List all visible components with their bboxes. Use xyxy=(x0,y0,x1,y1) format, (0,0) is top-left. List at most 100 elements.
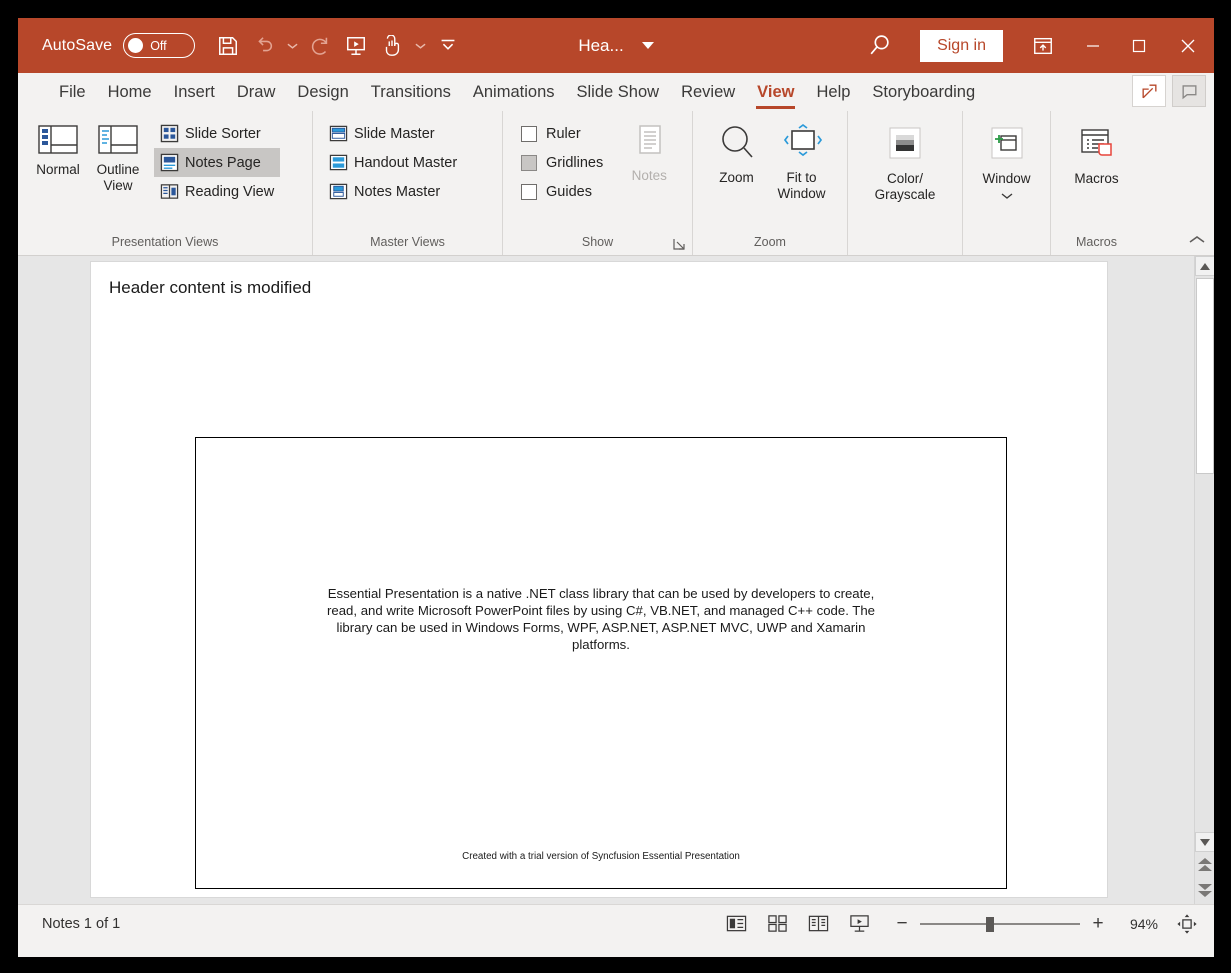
show-dialog-launcher-icon[interactable] xyxy=(672,237,686,251)
slide-sorter-label: Slide Sorter xyxy=(185,125,261,142)
macros-button[interactable]: Macros xyxy=(1061,117,1132,187)
notes-master-button[interactable]: Notes Master xyxy=(323,177,463,206)
minimize-button[interactable] xyxy=(1070,18,1116,73)
tab-slide-show[interactable]: Slide Show xyxy=(566,83,671,111)
reading-view-button[interactable]: Reading View xyxy=(154,177,280,206)
color-grayscale-label: Color/ Grayscale xyxy=(874,171,936,202)
status-bar-right: − + 94% xyxy=(716,909,1206,939)
window-button-label: Window xyxy=(982,171,1031,186)
start-from-beginning-icon[interactable] xyxy=(339,29,373,63)
guides-checkbox[interactable]: Guides xyxy=(517,177,607,206)
outline-view-button[interactable]: Outline View xyxy=(88,117,148,194)
workspace: Header content is modified Essential Pre… xyxy=(18,256,1214,904)
normal-view-button[interactable] xyxy=(716,909,757,939)
previous-slide-button[interactable] xyxy=(1195,852,1214,878)
close-button[interactable] xyxy=(1162,18,1214,73)
notes-page-button[interactable]: Notes Page xyxy=(154,148,281,177)
group-label-window xyxy=(963,249,1050,255)
normal-view-button[interactable]: Normal xyxy=(28,117,88,178)
zoom-slider[interactable] xyxy=(920,916,1080,932)
tab-draw[interactable]: Draw xyxy=(226,83,287,111)
group-label-color-grayscale xyxy=(848,249,962,255)
collapse-ribbon-chevron-up-icon[interactable] xyxy=(1188,233,1206,251)
handout-master-button[interactable]: Handout Master xyxy=(323,148,463,177)
zoom-button[interactable]: Zoom xyxy=(707,117,766,186)
tab-design[interactable]: Design xyxy=(286,83,359,111)
touch-mode-icon[interactable] xyxy=(375,29,409,63)
reading-view-button[interactable] xyxy=(798,909,839,939)
window-chevron-down-icon[interactable] xyxy=(1001,188,1013,203)
ribbon-group-show: Ruler Gridlines Guides Notes Show xyxy=(502,111,692,255)
fit-to-window-button[interactable]: Fit to Window xyxy=(766,117,837,202)
color-grayscale-button[interactable]: Color/ Grayscale xyxy=(858,117,952,203)
zoom-button-label: Zoom xyxy=(719,170,754,185)
customize-qat-icon[interactable] xyxy=(431,29,465,63)
undo-icon[interactable] xyxy=(247,29,281,63)
next-slide-button[interactable] xyxy=(1195,878,1214,904)
document-title: Hea... xyxy=(578,35,624,55)
autosave-state-label: Off xyxy=(150,38,167,53)
tab-help[interactable]: Help xyxy=(805,83,861,111)
vertical-scrollbar[interactable] xyxy=(1194,256,1214,904)
zoom-in-button[interactable]: + xyxy=(1090,913,1106,935)
tab-view[interactable]: View xyxy=(746,83,805,111)
comments-icon[interactable] xyxy=(1172,75,1206,107)
search-icon[interactable] xyxy=(851,18,907,73)
scroll-up-button[interactable] xyxy=(1195,256,1214,276)
scroll-down-button[interactable] xyxy=(1195,832,1214,852)
ribbon-group-zoom: Zoom Fit to Window Zoom xyxy=(692,111,847,255)
notes-page[interactable]: Header content is modified Essential Pre… xyxy=(90,261,1108,898)
maximize-button[interactable] xyxy=(1116,18,1162,73)
quick-access-toolbar xyxy=(211,29,465,63)
undo-dropdown-chevron-down-icon[interactable] xyxy=(283,29,301,63)
autosave-toggle-knob xyxy=(128,38,144,53)
color-grayscale-icon xyxy=(885,123,925,166)
window-button[interactable]: Window xyxy=(973,117,1040,203)
slide-master-button[interactable]: Slide Master xyxy=(323,119,463,148)
slide-body-text[interactable]: Essential Presentation is a native .NET … xyxy=(311,586,891,654)
group-label-master-views: Master Views xyxy=(370,235,445,249)
slide-sorter-button[interactable] xyxy=(757,909,798,939)
guides-checkbox-box xyxy=(521,183,537,200)
ruler-label: Ruler xyxy=(546,125,581,142)
ribbon-group-presentation-views: Normal Outline View Slide Sorter Notes P… xyxy=(18,111,312,255)
zoom-slider-thumb[interactable] xyxy=(986,916,994,932)
zoom-out-button[interactable]: − xyxy=(894,913,910,935)
gridlines-checkbox[interactable]: Gridlines xyxy=(517,148,607,177)
autosave-toggle[interactable]: Off xyxy=(123,33,196,58)
notes-page-label: Notes Page xyxy=(185,154,261,171)
group-label-show: Show xyxy=(581,235,614,249)
fit-slide-to-window-button[interactable] xyxy=(1168,913,1206,935)
tab-transitions[interactable]: Transitions xyxy=(360,83,462,111)
status-bar: Notes 1 of 1 − + 94% xyxy=(18,904,1214,942)
gridlines-label: Gridlines xyxy=(546,154,604,171)
notes-header-text[interactable]: Header content is modified xyxy=(109,278,311,298)
sign-in-button[interactable]: Sign in xyxy=(920,29,1003,62)
tab-storyboarding[interactable]: Storyboarding xyxy=(861,83,986,111)
title-chevron-down-icon[interactable] xyxy=(641,42,654,49)
ruler-checkbox[interactable]: Ruler xyxy=(517,119,607,148)
tab-home[interactable]: Home xyxy=(97,83,163,111)
scrollbar-thumb[interactable] xyxy=(1196,278,1214,474)
tab-file[interactable]: File xyxy=(48,83,97,111)
save-icon[interactable] xyxy=(211,29,245,63)
notes-button[interactable]: Notes xyxy=(619,117,679,184)
title-bar-right: Sign in xyxy=(851,18,1214,73)
tab-insert[interactable]: Insert xyxy=(163,83,226,111)
zoom-slider-track xyxy=(920,922,1080,925)
slide-sorter-button[interactable]: Slide Sorter xyxy=(154,119,280,148)
ribbon-group-master-views: Slide Master Handout Master Notes Master… xyxy=(312,111,502,255)
redo-icon[interactable] xyxy=(303,29,337,63)
slide-thumbnail[interactable]: Essential Presentation is a native .NET … xyxy=(195,437,1007,889)
tab-animations[interactable]: Animations xyxy=(462,83,566,111)
share-icon[interactable] xyxy=(1132,75,1166,107)
group-label-presentation-views: Presentation Views xyxy=(111,235,219,249)
fit-to-window-label: Fit to Window xyxy=(777,170,826,201)
reading-view-label: Reading View xyxy=(185,183,275,200)
title-bar: AutoSave Off Hea... Sign in xyxy=(18,18,1214,73)
ribbon-display-options-icon[interactable] xyxy=(1016,18,1070,73)
zoom-percentage[interactable]: 94% xyxy=(1116,916,1158,932)
slide-show-button[interactable] xyxy=(839,909,880,939)
tab-review[interactable]: Review xyxy=(670,83,746,111)
touch-mode-chevron-down-icon[interactable] xyxy=(411,29,429,63)
